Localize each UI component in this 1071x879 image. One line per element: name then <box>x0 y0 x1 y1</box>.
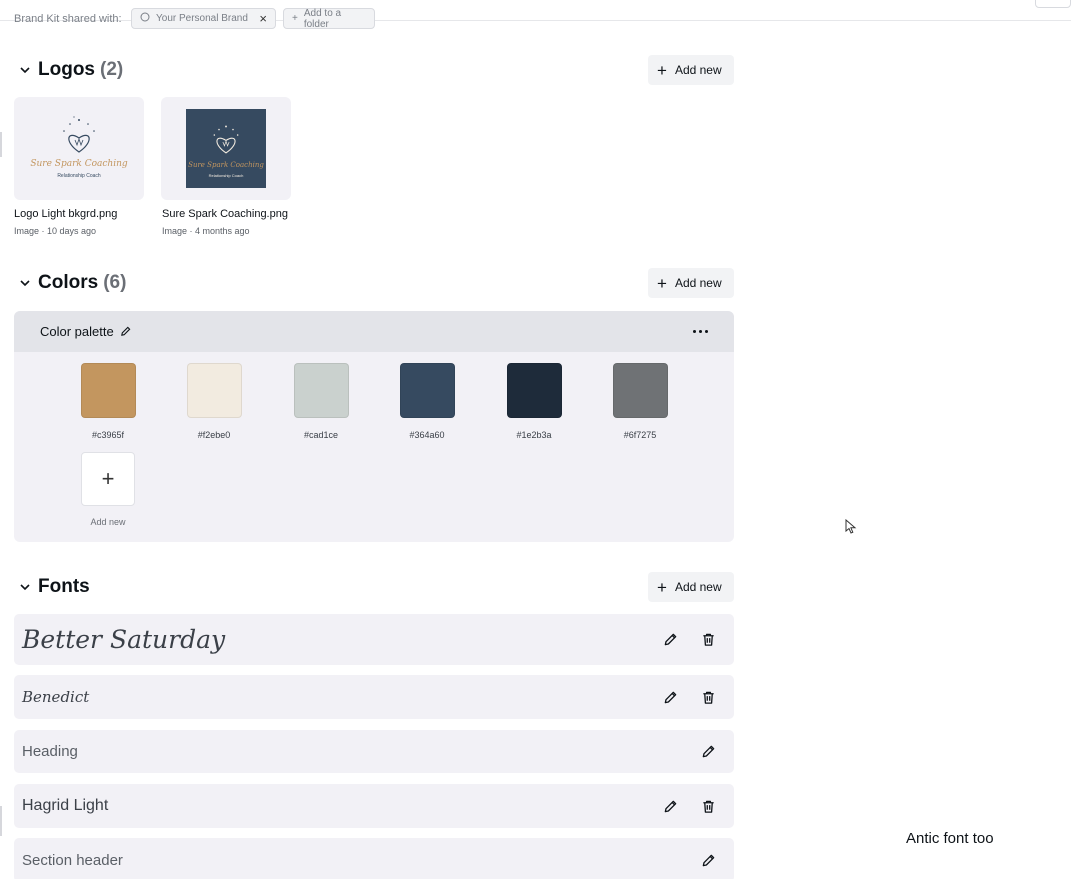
trash-icon[interactable] <box>700 798 716 814</box>
font-sample: Hagrid Light <box>22 797 109 814</box>
add-color-swatch-label: Add new <box>90 517 126 527</box>
color-swatch[interactable] <box>81 363 136 418</box>
chevron-down-icon[interactable] <box>14 55 38 85</box>
color-hex-label: #6f7275 <box>623 430 657 440</box>
font-sample: Benedict <box>22 688 90 706</box>
pencil-icon[interactable] <box>662 689 678 705</box>
logo-wordmark: Sure Spark Coaching <box>188 161 264 169</box>
add-to-folder-button[interactable]: + Add to a folder <box>283 7 375 30</box>
chevron-down-icon[interactable] <box>14 572 38 602</box>
plus-icon: + <box>657 273 667 293</box>
share-label: Brand Kit shared with: <box>14 13 122 25</box>
plus-icon: + <box>657 577 667 597</box>
logo-thumbnail[interactable]: Sure Spark Coaching Relationship Coach <box>161 97 291 200</box>
top-right-control[interactable] <box>1035 0 1071 8</box>
add-color-swatch-button[interactable]: + <box>81 452 135 506</box>
left-edge-divider <box>0 806 2 836</box>
logos-count: (2) <box>100 59 124 80</box>
logo-tagline: Relationship Coach <box>208 173 244 178</box>
font-sample: Better Saturday <box>22 625 226 654</box>
palette-title[interactable]: Color palette <box>40 324 114 339</box>
close-icon[interactable]: × <box>259 12 267 25</box>
colors-title: Colors <box>38 272 99 293</box>
logo-file-meta: Image · 10 days ago <box>14 226 97 236</box>
font-row[interactable]: Better Saturday <box>14 614 734 665</box>
font-row[interactable]: Benedict <box>14 675 734 719</box>
fonts-title: Fonts <box>38 576 90 597</box>
pencil-icon[interactable] <box>662 798 678 814</box>
font-sample: Section header <box>22 851 123 869</box>
left-edge-divider <box>0 132 2 157</box>
heart-logo-icon <box>213 125 239 154</box>
font-row[interactable]: Heading <box>14 730 734 773</box>
logo-file-name: Logo Light bkgrd.png <box>14 208 118 220</box>
color-swatch[interactable] <box>294 363 349 418</box>
trash-icon[interactable] <box>700 632 716 648</box>
font-sample: Heading <box>22 743 78 760</box>
logo-thumbnail[interactable]: Sure Spark Coaching Relationship Coach <box>14 97 144 200</box>
pencil-icon[interactable] <box>662 632 678 648</box>
more-options-icon[interactable] <box>693 330 708 333</box>
color-palette-card: Color palette #c3965f #f2ebe0 #cad1ce #3… <box>14 311 734 542</box>
add-color-label: Add new <box>674 276 722 290</box>
color-hex-label: #364a60 <box>409 430 445 440</box>
pencil-icon[interactable] <box>700 744 716 760</box>
add-color-button[interactable]: + Add new <box>648 268 734 298</box>
pencil-icon[interactable] <box>120 326 131 337</box>
brand-kit-share-bar: Brand Kit shared with: Your Personal Bra… <box>0 0 1071 30</box>
font-row[interactable]: Hagrid Light <box>14 784 734 828</box>
colors-section-header: Colors (6) + Add new <box>14 268 734 298</box>
mouse-cursor-icon <box>845 518 857 540</box>
logos-section-header: Logos (2) + Add new <box>14 55 734 85</box>
shared-brand-name: Your Personal Brand <box>156 13 248 24</box>
plus-icon: + <box>657 60 667 80</box>
color-swatch[interactable] <box>507 363 562 418</box>
add-to-folder-label: Add to a folder <box>303 7 342 30</box>
fonts-section-header: Fonts + Add new <box>14 572 734 602</box>
logo-wordmark: Sure Spark Coaching <box>30 159 128 169</box>
plus-icon: + <box>292 13 298 24</box>
add-logo-label: Add new <box>674 63 722 77</box>
brand-icon <box>140 12 150 25</box>
colors-count: (6) <box>103 272 127 293</box>
annotation-note: Antic font too <box>906 830 994 847</box>
pencil-icon[interactable] <box>700 852 716 868</box>
chevron-down-icon[interactable] <box>14 268 38 298</box>
palette-header: Color palette <box>14 311 734 352</box>
color-hex-label: #1e2b3a <box>516 430 552 440</box>
logo-tagline: Relationship Coach <box>57 173 101 179</box>
color-swatch[interactable] <box>400 363 455 418</box>
trash-icon[interactable] <box>700 689 716 705</box>
color-hex-label: #f2ebe0 <box>197 430 231 440</box>
color-hex-label: #c3965f <box>91 430 125 440</box>
logos-title: Logos <box>38 59 95 80</box>
logo-dark-background: Sure Spark Coaching Relationship Coach <box>186 109 266 188</box>
logo-file-meta: Image · 4 months ago <box>162 226 250 236</box>
add-font-button[interactable]: + Add new <box>648 572 734 602</box>
add-logo-button[interactable]: + Add new <box>648 55 734 85</box>
add-font-label: Add new <box>674 580 722 594</box>
color-hex-label: #cad1ce <box>303 430 339 440</box>
color-swatch[interactable] <box>613 363 668 418</box>
font-row[interactable]: Section header <box>14 838 734 879</box>
shared-brand-chip[interactable]: Your Personal Brand × <box>131 8 276 29</box>
color-swatch[interactable] <box>187 363 242 418</box>
logo-file-name: Sure Spark Coaching.png <box>162 208 288 220</box>
